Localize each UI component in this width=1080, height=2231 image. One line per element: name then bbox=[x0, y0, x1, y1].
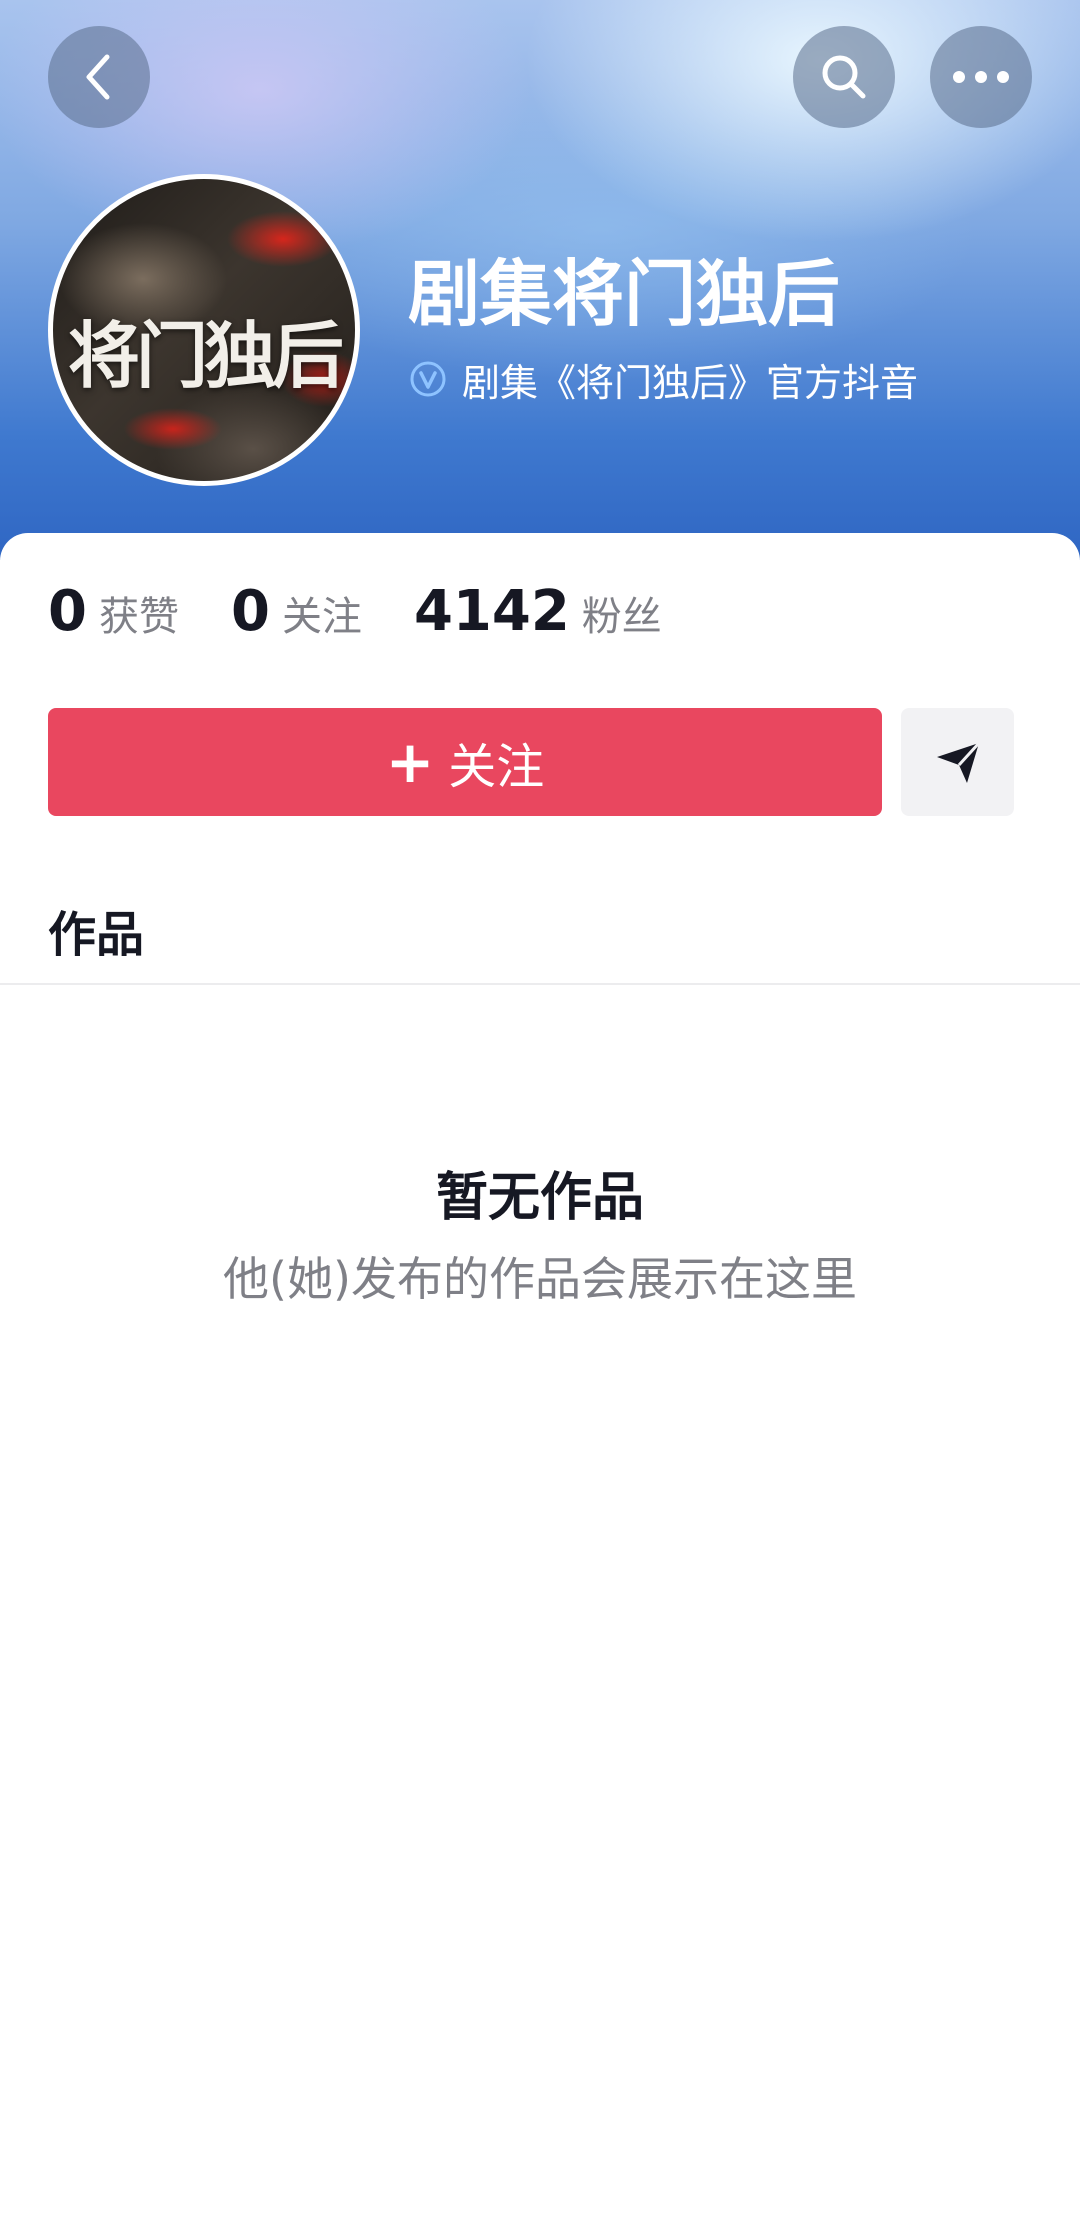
stat-following-value: 0 bbox=[230, 579, 270, 644]
verified-badge-icon bbox=[410, 361, 446, 397]
avatar[interactable]: 将门独后 bbox=[48, 174, 360, 486]
stat-likes[interactable]: 0 获赞 bbox=[48, 579, 179, 644]
share-button[interactable] bbox=[901, 708, 1014, 816]
profile-stats: 0 获赞 0 关注 4142 粉丝 bbox=[48, 579, 714, 644]
verification-row: 剧集《将门独后》官方抖音 bbox=[410, 354, 919, 405]
stat-likes-value: 0 bbox=[48, 579, 87, 644]
chevron-left-icon bbox=[86, 54, 110, 100]
paper-plane-icon bbox=[936, 741, 980, 783]
more-options-button[interactable] bbox=[930, 26, 1032, 128]
tab-divider bbox=[0, 983, 1080, 985]
search-button[interactable] bbox=[793, 26, 895, 128]
back-button[interactable] bbox=[48, 26, 150, 128]
stat-following[interactable]: 0 关注 bbox=[231, 579, 362, 644]
stat-following-label: 关注 bbox=[281, 594, 362, 640]
profile-header-banner: 将门独后 剧集将门独后 剧集《将门独后》官方抖音 bbox=[0, 0, 1080, 560]
more-horizontal-icon bbox=[953, 71, 1009, 83]
empty-state-description: 他(她)发布的作品会展示在这里 bbox=[223, 1252, 857, 1306]
plus-icon: + bbox=[385, 728, 435, 796]
stat-followers[interactable]: 4142 粉丝 bbox=[414, 579, 662, 644]
follow-button[interactable]: + 关注 bbox=[48, 708, 882, 816]
profile-content-card: 0 获赞 0 关注 4142 粉丝 + 关注 作品 暂无作品 他(她)发布的作品… bbox=[0, 533, 1080, 2231]
profile-name: 剧集将门独后 bbox=[408, 252, 841, 336]
empty-state-title: 暂无作品 bbox=[435, 1168, 644, 1228]
follow-button-label: 关注 bbox=[448, 739, 545, 795]
tab-works[interactable]: 作品 bbox=[48, 895, 144, 965]
stat-followers-value: 4142 bbox=[413, 579, 570, 644]
stat-likes-label: 获赞 bbox=[98, 594, 179, 640]
verification-text: 剧集《将门独后》官方抖音 bbox=[462, 360, 919, 405]
search-icon bbox=[822, 55, 866, 99]
stat-followers-label: 粉丝 bbox=[581, 594, 662, 640]
avatar-title-text: 将门独后 bbox=[67, 313, 344, 398]
